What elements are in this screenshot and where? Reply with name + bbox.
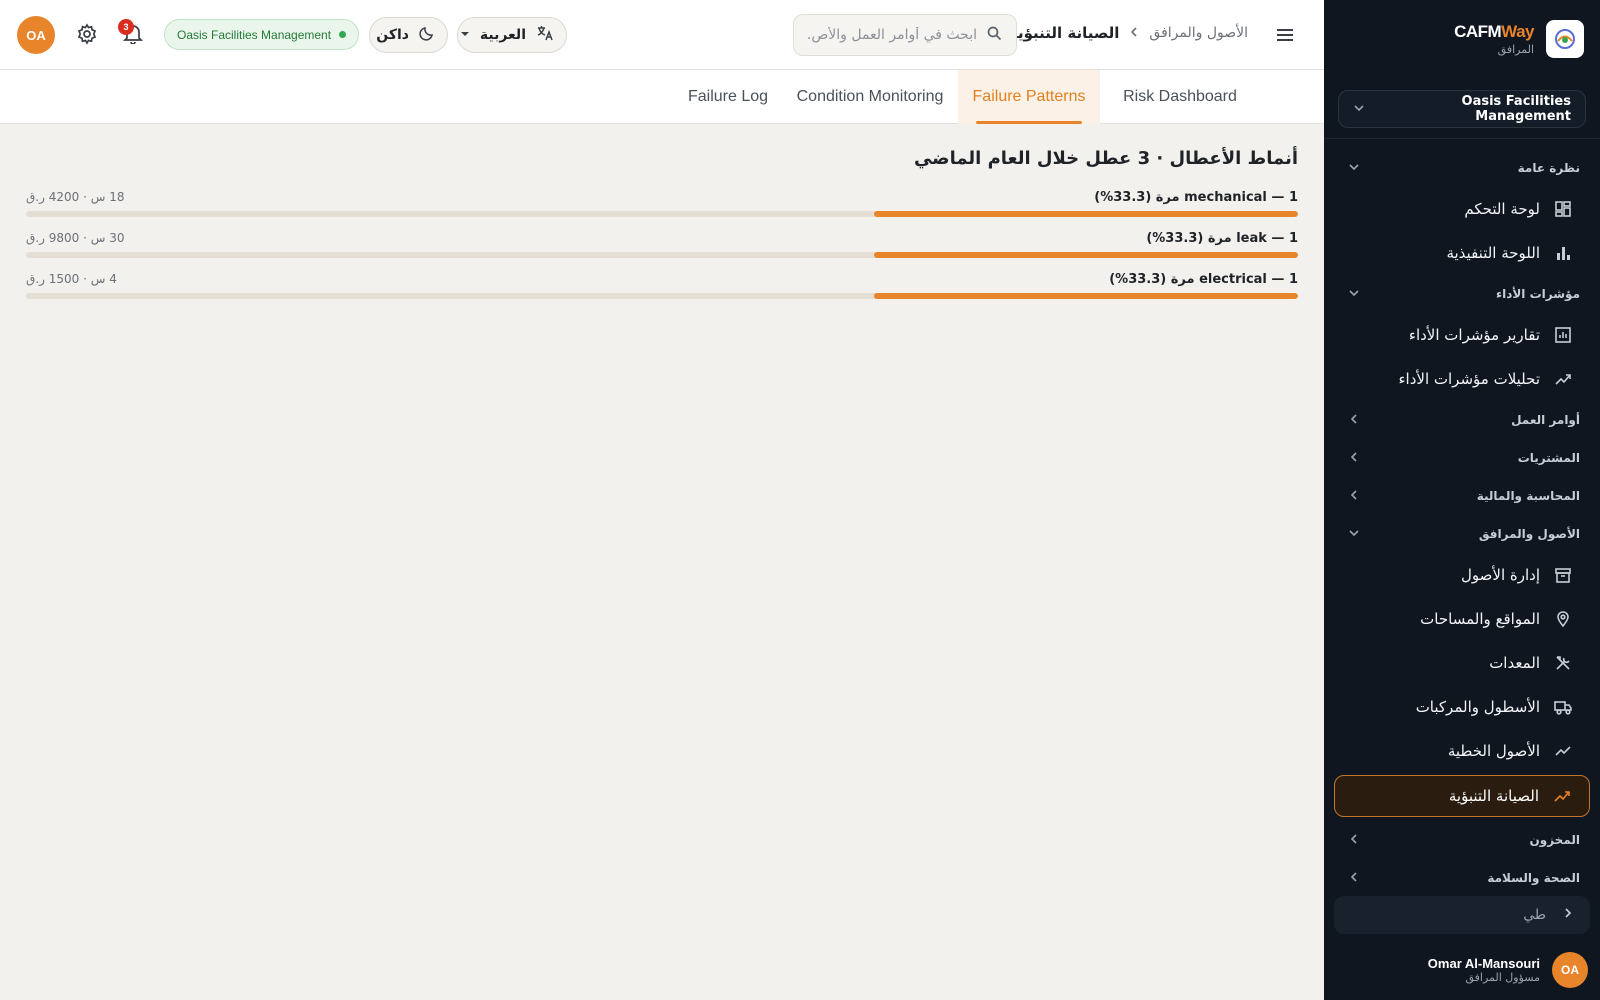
brand: CAFMWay المرافق — [1324, 0, 1600, 78]
analytics-icon — [1551, 785, 1573, 807]
collapse-sidebar-button[interactable]: طي — [1334, 896, 1590, 934]
sidebar-item-asset-management[interactable]: إدارة الأصول — [1334, 553, 1590, 597]
user-name: Omar Al-Mansouri — [1427, 956, 1540, 971]
collapse-label: طي — [1523, 907, 1546, 923]
brand-name: CAFMWay — [1454, 22, 1534, 41]
nav-section-overview[interactable]: نظرة عامة — [1334, 149, 1590, 187]
chevron-down-icon — [1353, 102, 1365, 117]
failure-pattern-meta: 4 س · 1500 ر.ق — [26, 272, 117, 286]
sidebar-item-equipment[interactable]: المعدات — [1334, 641, 1590, 685]
breadcrumb-current: الصيانة التنبؤية — [1008, 24, 1120, 42]
sidebar-nav: نظرة عامة لوحة التحكم اللوحة التنفيذية م… — [1324, 139, 1600, 897]
map-pin-icon — [1552, 608, 1574, 630]
menu-icon[interactable] — [1274, 24, 1296, 50]
organization-status-label: Oasis Facilities Management — [177, 27, 332, 42]
sidebar-item-predictive-maintenance[interactable]: الصيانة التنبؤية — [1334, 775, 1590, 817]
sidebar-item-executive[interactable]: اللوحة التنفيذية — [1334, 231, 1590, 275]
failure-pattern-row: 1 — leak مرة (33.3%) 30 س · 9800 ر.ق — [26, 231, 1298, 271]
theme-label: داكن — [376, 27, 409, 43]
gear-icon[interactable] — [76, 23, 98, 49]
sidebar-item-linear-assets[interactable]: الأصول الخطية — [1334, 729, 1590, 773]
dashboard-grid-icon — [1552, 198, 1574, 220]
trend-line-icon — [1552, 740, 1574, 762]
nav-section-kpis[interactable]: مؤشرات الأداء — [1334, 275, 1590, 313]
brand-logo — [1546, 20, 1584, 58]
failure-pattern-row: 1 — electrical مرة (33.3%) 4 س · 1500 ر.… — [26, 272, 1298, 312]
sidebar-item-locations[interactable]: المواقع والمساحات — [1334, 597, 1590, 641]
top-header: الأصول والمرافق الصيانة التنبؤية العربية… — [0, 0, 1324, 70]
nav-section-procurement[interactable]: المشتريات — [1334, 439, 1590, 477]
failure-pattern-bar-track — [26, 211, 1298, 217]
nav-section-hse[interactable]: الصحة والسلامة — [1334, 859, 1590, 897]
nav-section-accounting[interactable]: المحاسبة والمالية — [1334, 477, 1590, 515]
status-dot — [339, 31, 347, 38]
truck-icon — [1552, 696, 1574, 718]
failure-pattern-bar-fill — [874, 252, 1298, 258]
organization-status-badge: Oasis Facilities Management — [164, 19, 360, 50]
avatar[interactable]: OA — [17, 16, 55, 54]
archive-box-icon — [1552, 564, 1574, 586]
sidebar: CAFMWay المرافق Oasis Facilities Managem… — [1324, 0, 1600, 1000]
breadcrumb: الأصول والمرافق الصيانة التنبؤية — [1009, 24, 1248, 42]
search-input[interactable] — [807, 27, 977, 43]
failure-pattern-row: 1 — mechanical مرة (33.3%) 18 س · 4200 ر… — [26, 190, 1298, 230]
chevron-left-icon — [1348, 871, 1360, 886]
avatar: OA — [1552, 952, 1588, 988]
failure-pattern-label: 1 — electrical مرة (33.3%) — [1109, 272, 1298, 287]
sidebar-item-dashboard[interactable]: لوحة التحكم — [1334, 187, 1590, 231]
organization-select[interactable]: Oasis Facilities Management — [1338, 90, 1586, 128]
failure-pattern-label: 1 — leak مرة (33.3%) — [1146, 231, 1298, 246]
chevron-down-icon — [1348, 287, 1360, 302]
tools-icon — [1552, 652, 1574, 674]
nav-section-work-orders[interactable]: أوامر العمل — [1334, 401, 1590, 439]
chevron-left-icon — [1348, 451, 1360, 466]
sidebar-item-fleet[interactable]: الأسطول والمركبات — [1334, 685, 1590, 729]
caret-down-icon — [460, 27, 470, 43]
module-tabs: Risk Dashboard Failure Patterns Conditio… — [0, 70, 1324, 124]
user-profile[interactable]: OA Omar Al-Mansouri مسؤول المرافق — [1324, 940, 1600, 1000]
chevron-right-icon — [1562, 907, 1574, 923]
failure-pattern-bar-track — [26, 252, 1298, 258]
failure-pattern-label: 1 — mechanical مرة (33.3%) — [1094, 190, 1298, 205]
nav-section-inventory[interactable]: المخزون — [1334, 821, 1590, 859]
chevron-left-icon — [1348, 413, 1360, 428]
theme-toggle[interactable]: داكن — [369, 17, 448, 53]
report-chart-icon — [1552, 324, 1574, 346]
translate-icon — [536, 24, 554, 46]
brand-subtitle: المرافق — [1497, 43, 1534, 56]
notification-count-badge: 3 — [118, 19, 134, 35]
failure-pattern-meta: 18 س · 4200 ر.ق — [26, 190, 125, 204]
tab-failure-log[interactable]: Failure Log — [684, 70, 772, 124]
failure-pattern-bar-track — [26, 293, 1298, 299]
analytics-icon — [1552, 368, 1574, 390]
search-icon — [987, 26, 1002, 45]
chevron-left-icon — [1348, 489, 1360, 504]
sidebar-item-kpi-analytics[interactable]: تحليلات مؤشرات الأداء — [1334, 357, 1590, 401]
chevron-down-icon — [1348, 161, 1360, 176]
page-title: أنماط الأعطال · 3 عطل خلال العام الماضي — [913, 148, 1298, 169]
failure-pattern-meta: 30 س · 9800 ر.ق — [26, 231, 125, 245]
chevron-left-icon — [1129, 26, 1139, 40]
tab-risk-dashboard[interactable]: Risk Dashboard — [1102, 70, 1258, 124]
breadcrumb-parent[interactable]: الأصول والمرافق — [1149, 25, 1248, 41]
user-role: مسؤول المرافق — [1465, 971, 1540, 984]
nav-section-assets[interactable]: الأصول والمرافق — [1334, 515, 1590, 553]
failure-pattern-bar-fill — [874, 211, 1298, 217]
organization-select-value: Oasis Facilities Management — [1461, 94, 1571, 124]
chevron-down-icon — [1348, 527, 1360, 542]
search-box[interactable] — [793, 14, 1017, 56]
moon-icon — [419, 25, 435, 45]
language-value: العربية — [479, 27, 526, 43]
active-tab-indicator — [976, 121, 1082, 124]
failure-pattern-bar-fill — [874, 293, 1298, 299]
tab-condition-monitoring[interactable]: Condition Monitoring — [790, 70, 950, 124]
bar-chart-icon — [1552, 242, 1574, 264]
language-select[interactable]: العربية — [457, 17, 567, 53]
sidebar-item-kpi-reports[interactable]: تقارير مؤشرات الأداء — [1334, 313, 1590, 357]
chevron-left-icon — [1348, 833, 1360, 848]
tab-failure-patterns[interactable]: Failure Patterns — [958, 70, 1100, 124]
